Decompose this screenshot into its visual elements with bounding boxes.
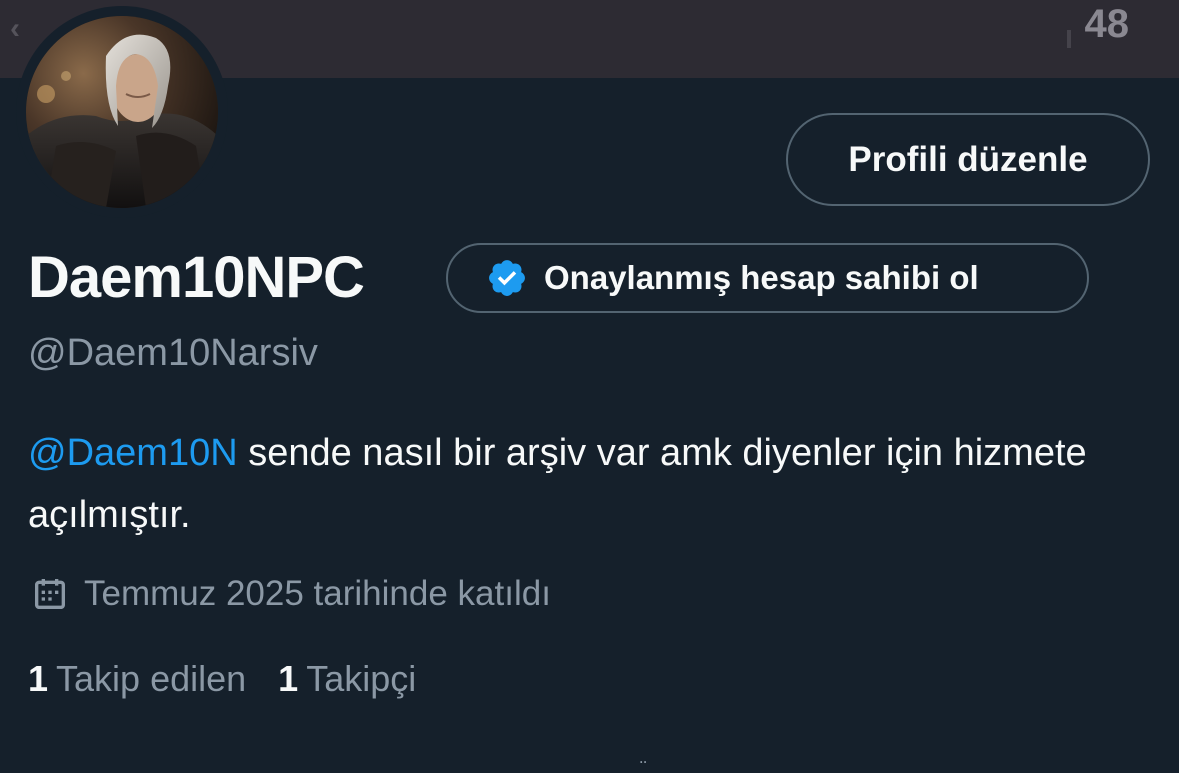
verified-badge-icon — [489, 260, 525, 296]
divider — [1067, 30, 1071, 48]
following-label: Takip edilen — [56, 658, 247, 699]
get-verified-button[interactable]: Onaylanmış hesap sahibi ol — [446, 243, 1089, 313]
username-handle: @Daem10Narsiv — [28, 332, 318, 374]
bio-mention-link[interactable]: @Daem10N — [28, 432, 238, 474]
get-verified-label: Onaylanmış hesap sahibi ol — [544, 259, 979, 296]
bottom-tab-indicator: ¨ — [640, 758, 647, 773]
following-count: 1 — [28, 658, 49, 699]
calendar-icon — [35, 579, 65, 609]
back-icon[interactable]: ‹ — [10, 12, 20, 46]
followers-count: 1 — [278, 658, 299, 699]
header-count: 48 — [1084, 2, 1130, 46]
profile-bio: @Daem10N sende nasıl bir arşiv var amk d… — [28, 422, 1148, 546]
avatar[interactable] — [26, 16, 218, 208]
avatar-image — [26, 16, 218, 208]
edit-profile-button[interactable]: Profili düzenle — [786, 113, 1150, 206]
profile-page: ‹ 48 Profili düzenle Daem10NPC Onaylanmı… — [0, 0, 1179, 773]
join-date: Temmuz 2025 tarihinde katıldı — [30, 570, 551, 618]
follow-stats: 1 Takip edilen 1 Takipçi — [28, 654, 448, 704]
following-link[interactable]: 1 Takip edilen — [28, 654, 246, 704]
join-date-text: Temmuz 2025 tarihinde katıldı — [84, 574, 551, 613]
followers-label: Takipçi — [306, 658, 417, 699]
followers-link[interactable]: 1 Takipçi — [278, 654, 416, 704]
display-name: Daem10NPC — [28, 245, 365, 310]
